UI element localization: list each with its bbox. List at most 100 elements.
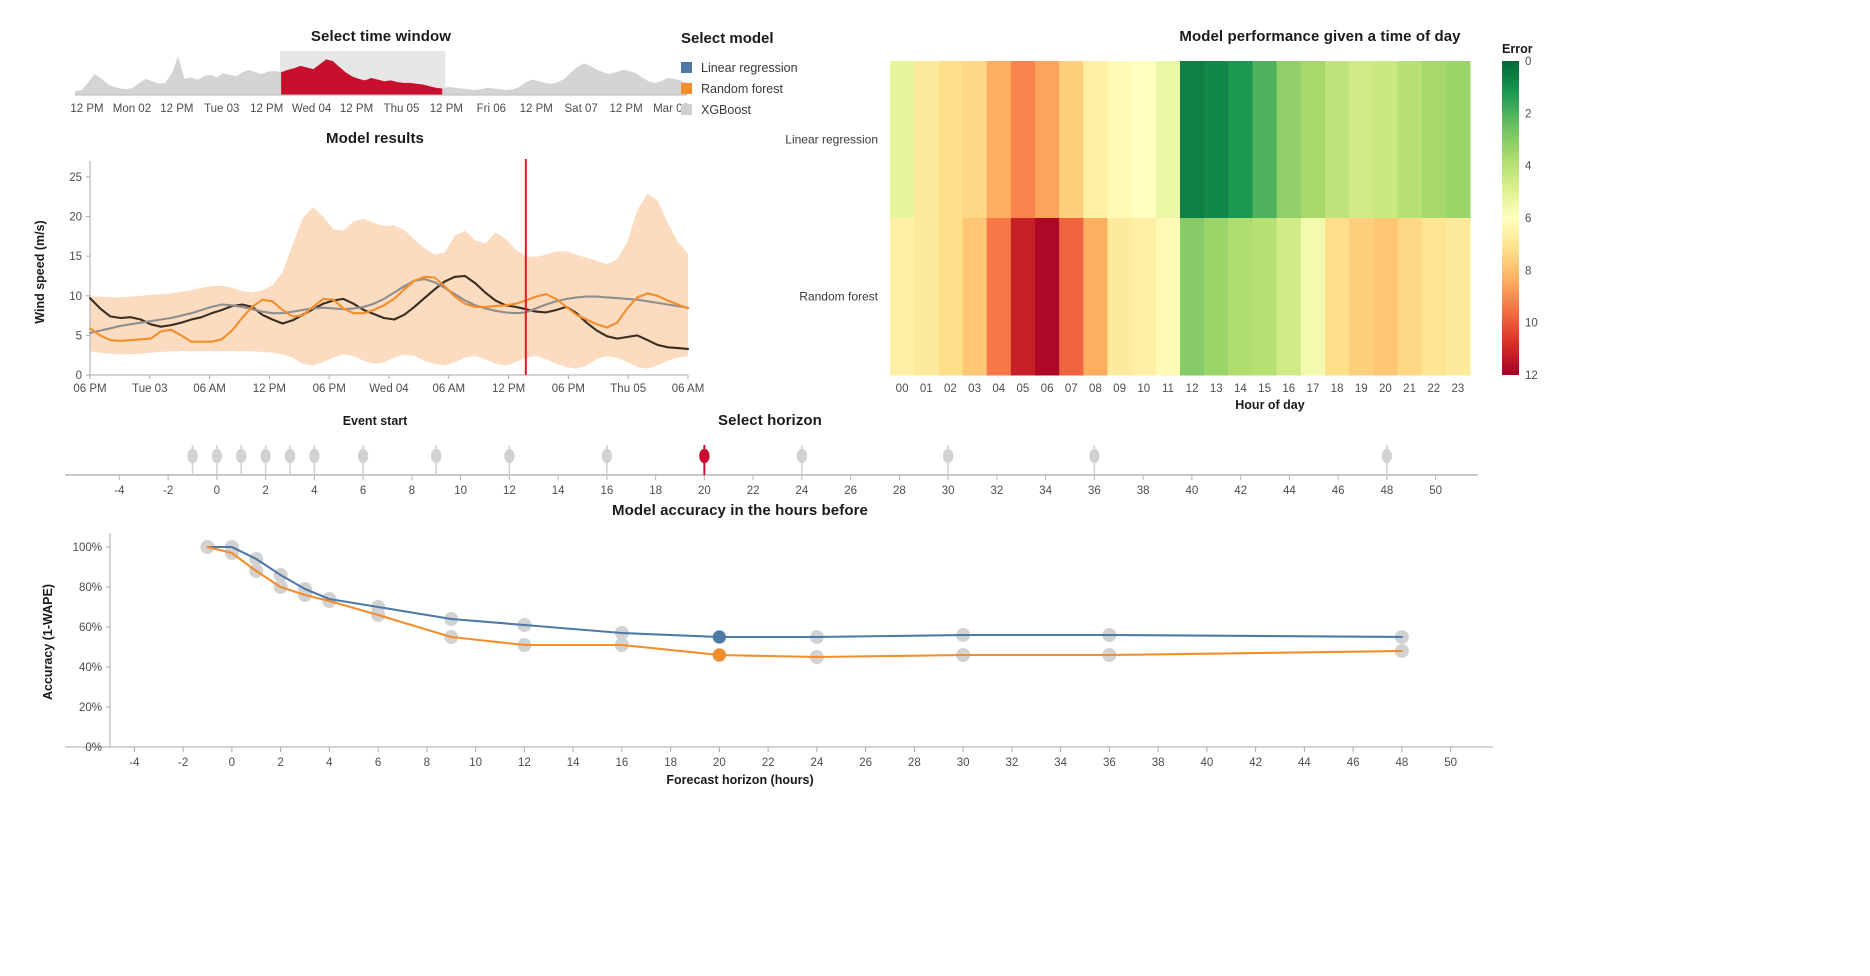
heatmap-cell[interactable] xyxy=(1276,218,1302,376)
heatmap-cell[interactable] xyxy=(1445,61,1471,219)
heatmap-cell[interactable] xyxy=(1131,218,1157,376)
heatmap-cell[interactable] xyxy=(1373,218,1398,376)
horizon-marker[interactable] xyxy=(942,448,954,464)
accuracy-x-tick: 4 xyxy=(326,757,333,769)
heatmap-x-tick: 12 xyxy=(1186,383,1199,395)
accuracy-line xyxy=(206,545,1403,659)
time-window-tick: Fri 06 xyxy=(477,103,506,115)
heatmap-cell[interactable] xyxy=(1059,61,1084,219)
horizon-marker[interactable] xyxy=(309,448,320,464)
heatmap-cell[interactable] xyxy=(962,61,988,219)
horizon-marker[interactable] xyxy=(431,448,442,464)
horizon-marker-selected[interactable] xyxy=(699,448,710,464)
accuracy-x-tick: 8 xyxy=(424,757,430,769)
accuracy-x-tick: 32 xyxy=(1005,757,1018,769)
heatmap-cell[interactable] xyxy=(1421,61,1447,219)
heatmap-cell[interactable] xyxy=(1252,61,1278,219)
heatmap-cell[interactable] xyxy=(1035,218,1060,376)
heatmap-cell[interactable] xyxy=(1035,61,1060,219)
time-window-brush[interactable]: 12 PM Mon 02 12 PM Tue 03 12 PM Wed 04 12 PM Th… xyxy=(70,45,689,123)
accuracy-x-tick: 28 xyxy=(908,757,921,769)
horizon-marker[interactable] xyxy=(211,448,223,464)
heatmap-cell[interactable] xyxy=(1300,218,1326,376)
heatmap-x-tick: 04 xyxy=(992,383,1005,395)
heatmap-cell[interactable] xyxy=(938,61,963,219)
heatmap-cell[interactable] xyxy=(1131,61,1157,219)
accuracy-chart[interactable]: 0%20%40%60%80%100%-4 -2 0 2 4 6 8 10 12 14 16 18 20 2… xyxy=(30,519,1493,769)
horizon-marker[interactable] xyxy=(504,448,515,464)
accuracy-y-tick: 100% xyxy=(73,542,102,554)
heatmap-cell[interactable] xyxy=(1059,218,1084,376)
heatmap-cell[interactable] xyxy=(986,61,1012,219)
horizon-marker[interactable] xyxy=(796,448,808,464)
horizon-marker[interactable] xyxy=(1089,448,1100,464)
horizon-tick-label: 32 xyxy=(990,485,1003,497)
accuracy-x-tick: 26 xyxy=(859,757,872,769)
heatmap-x-tick: 20 xyxy=(1379,383,1392,395)
heatmap-cell[interactable] xyxy=(1397,61,1423,219)
heatmap-cell[interactable] xyxy=(962,218,988,376)
horizon-marker[interactable] xyxy=(260,448,271,464)
time-window-area-left xyxy=(75,56,282,95)
horizon-tick-label: 30 xyxy=(942,485,955,497)
heatmap-xlabel: Hour of day xyxy=(1235,398,1304,412)
error-colorbar-tick: 8 xyxy=(1525,265,1531,277)
heatmap-cell[interactable] xyxy=(1397,218,1423,376)
horizon-marker[interactable] xyxy=(1381,448,1393,464)
horizon-tick-label: 42 xyxy=(1234,485,1247,497)
heatmap-cell[interactable] xyxy=(1204,218,1229,376)
heatmap-cell[interactable] xyxy=(986,218,1012,376)
heatmap-cell[interactable] xyxy=(1325,218,1350,376)
accuracy-y-tick: 80% xyxy=(79,582,102,594)
heatmap-cell[interactable] xyxy=(1349,61,1374,219)
heatmap-x-tick: 23 xyxy=(1452,383,1465,395)
heatmap-cell[interactable] xyxy=(1010,61,1036,219)
heatmap-cell[interactable] xyxy=(914,218,939,376)
heatmap-cell[interactable] xyxy=(1107,61,1133,219)
heatmap-cell[interactable] xyxy=(1228,218,1253,376)
model-results-chart[interactable]: 0 5 10 15 20 25 06 PM Tue 03 06 AM 12 PM 06 PM Wed … xyxy=(30,147,704,412)
horizon-tick-label: 22 xyxy=(747,485,760,497)
heatmap-chart[interactable]: Linear regressionRandom forest00 01 02 03 04… xyxy=(785,42,1850,412)
heatmap-cell[interactable] xyxy=(1180,218,1205,376)
horizon-slider[interactable]: -4 -2 0 2 4 6 8 10 12 14 16 18 20 22 24 26 28 30 32 34 36 38 4… xyxy=(60,429,1480,501)
heatmap-cell[interactable] xyxy=(1276,61,1302,219)
horizon-marker[interactable] xyxy=(236,448,247,464)
heatmap-cell[interactable] xyxy=(1325,61,1350,219)
error-colorbar-title: Error xyxy=(1502,42,1533,56)
heatmap-cell[interactable] xyxy=(1445,218,1471,376)
heatmap-cell[interactable] xyxy=(1204,61,1229,219)
horizon-tick-label: 36 xyxy=(1088,485,1101,497)
heatmap-x-tick: 22 xyxy=(1427,383,1440,395)
heatmap-cell[interactable] xyxy=(1228,61,1253,219)
accuracy-x-tick: 16 xyxy=(615,757,628,769)
heatmap-cell[interactable] xyxy=(1083,61,1108,219)
horizon-tick-label: 44 xyxy=(1283,485,1296,497)
heatmap-cell[interactable] xyxy=(1155,218,1181,376)
accuracy-x-tick: 14 xyxy=(567,757,580,769)
horizon-tick-label: 50 xyxy=(1429,485,1442,497)
horizon-marker[interactable] xyxy=(187,448,198,464)
heatmap-cell[interactable] xyxy=(1180,61,1205,219)
heatmap-cell[interactable] xyxy=(1010,218,1036,376)
heatmap-cell[interactable] xyxy=(1300,61,1326,219)
heatmap-cell[interactable] xyxy=(890,218,915,376)
heatmap-cell[interactable] xyxy=(1421,218,1447,376)
model-results-x-tick: 06 AM xyxy=(432,383,465,395)
heatmap-cell[interactable] xyxy=(1155,61,1181,219)
heatmap-cell[interactable] xyxy=(1252,218,1278,376)
accuracy-line xyxy=(206,545,1403,639)
heatmap-x-tick: 17 xyxy=(1307,383,1320,395)
heatmap-cell[interactable] xyxy=(1083,218,1108,376)
horizon-marker[interactable] xyxy=(601,448,613,464)
heatmap-cell[interactable] xyxy=(914,61,939,219)
horizon-marker[interactable] xyxy=(357,448,369,464)
accuracy-selected-point[interactable] xyxy=(712,630,726,644)
horizon-marker[interactable] xyxy=(284,448,296,464)
heatmap-cell[interactable] xyxy=(1349,218,1374,376)
accuracy-selected-point[interactable] xyxy=(712,648,726,662)
heatmap-cell[interactable] xyxy=(1373,61,1398,219)
heatmap-cell[interactable] xyxy=(1107,218,1133,376)
heatmap-cell[interactable] xyxy=(890,61,915,219)
heatmap-cell[interactable] xyxy=(938,218,963,376)
